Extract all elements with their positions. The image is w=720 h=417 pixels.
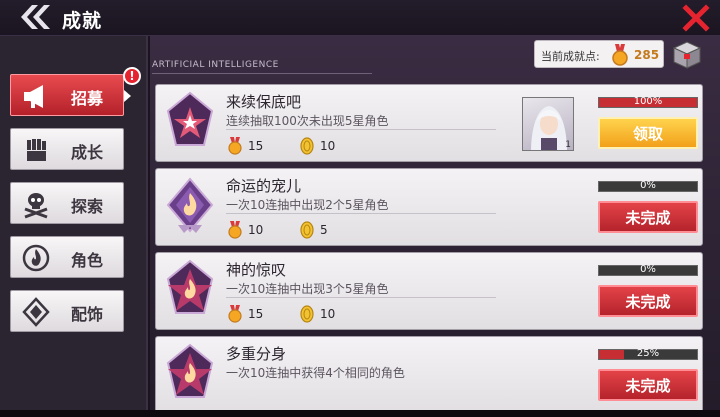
section-subtitle: ARTIFICIAL INTELLIGENCE (152, 60, 279, 70)
diamond-emblem-icon (22, 297, 50, 327)
reward-coins-value: 10 (320, 139, 336, 153)
reward-coins-value: 5 (320, 223, 328, 237)
reward-coins-value: 10 (320, 307, 336, 321)
sidebar-item-label: 角色 (71, 251, 104, 270)
close-button[interactable] (682, 4, 710, 32)
flame-circle-icon (22, 244, 50, 272)
skull-crossbones-icon (24, 193, 48, 219)
reward-points-value: 15 (248, 139, 264, 153)
achievement-title: 命运的宠儿 (226, 177, 302, 195)
flame-star-emblem-icon (166, 259, 214, 314)
progress-bar: 25% (598, 348, 698, 360)
coin-icon (300, 221, 314, 239)
progress-bar: 0% (598, 180, 698, 192)
achievement-card: 神的惊叹 一次10连抽中出现3个5星角色 15 10 0% 未完成 (155, 252, 703, 330)
sidebar-item-character[interactable]: 角色 (10, 236, 124, 278)
character-portrait: 1 (522, 97, 574, 151)
sidebar-item-label: 配饰 (71, 305, 104, 324)
progress-bar: 0% (598, 264, 698, 276)
achievement-description: 连续抽取100次未出现5星角色 (226, 114, 389, 128)
header-bar: 成就 (0, 0, 720, 36)
progress-label: 0% (640, 264, 656, 275)
sidebar: 招募 ! 成长 探索 角色 配饰 (0, 36, 148, 417)
reward-points-value: 10 (248, 223, 264, 237)
back-button[interactable] (18, 4, 54, 30)
megaphone-icon (24, 85, 43, 108)
incomplete-button[interactable]: 未完成 (598, 285, 698, 317)
flame-star-emblem-icon (166, 343, 214, 398)
progress-label: 25% (636, 348, 660, 359)
fist-icon (27, 139, 46, 161)
sidebar-item-label: 成长 (71, 143, 104, 162)
incomplete-button[interactable]: 未完成 (598, 369, 698, 401)
divider (226, 213, 496, 214)
achievement-points-display: 当前成就点: 285 (534, 40, 664, 68)
sidebar-item-explore[interactable]: 探索 (10, 182, 124, 224)
coin-icon (300, 305, 314, 323)
sidebar-item-label: 探索 (71, 197, 104, 216)
divider (226, 129, 496, 130)
achievement-panel: ARTIFICIAL INTELLIGENCE 当前成就点: 285 来续保底吧… (150, 36, 720, 417)
achievement-title: 来续保底吧 (226, 93, 302, 111)
achievement-card: 多重分身 一次10连抽中获得4个相同的角色 25% 未完成 (155, 336, 703, 414)
medal-icon (228, 305, 242, 323)
incomplete-button[interactable]: 未完成 (598, 201, 698, 233)
claim-button[interactable]: 领取 (598, 117, 698, 149)
progress-label: 0% (640, 180, 656, 191)
achievement-card: 来续保底吧 连续抽取100次未出现5星角色 15 10 1 100% 领取 (155, 84, 703, 162)
divider (152, 73, 372, 74)
bottom-edge (0, 410, 720, 417)
achievement-description: 一次10连抽中获得4个相同的角色 (226, 366, 405, 380)
achievement-description: 一次10连抽中出现3个5星角色 (226, 282, 389, 296)
sidebar-item-growth[interactable]: 成长 (10, 128, 124, 170)
points-label: 当前成就点: (541, 50, 600, 63)
achievement-card: 命运的宠儿 一次10连抽中出现2个5星角色 10 5 0% 未完成 (155, 168, 703, 246)
notification-badge: ! (123, 67, 141, 85)
medal-icon (228, 221, 242, 239)
achievement-title: 多重分身 (226, 345, 287, 363)
achievement-description: 一次10连抽中出现2个5星角色 (226, 198, 389, 212)
active-indicator-arrow (124, 90, 131, 102)
portrait-count: 1 (565, 140, 571, 150)
flame-diamond-emblem-icon (166, 177, 214, 233)
sidebar-item-recruit[interactable]: 招募 ! (10, 67, 141, 116)
page-title: 成就 (62, 10, 103, 32)
reward-points-value: 15 (248, 307, 264, 321)
progress-label: 100% (633, 96, 663, 107)
divider (226, 297, 496, 298)
progress-bar: 100% (598, 96, 698, 108)
double-chevron-left-icon (21, 5, 50, 29)
medal-icon (228, 137, 242, 155)
treasure-chest-icon[interactable] (670, 38, 704, 70)
sidebar-item-accessory[interactable]: 配饰 (10, 290, 124, 332)
close-x-icon (682, 4, 710, 32)
star-emblem-icon (166, 91, 214, 146)
sidebar-item-label: 招募 (71, 89, 104, 108)
medal-icon (612, 44, 628, 66)
coin-icon (300, 137, 314, 155)
points-value: 285 (634, 48, 660, 62)
achievement-title: 神的惊叹 (226, 261, 287, 279)
